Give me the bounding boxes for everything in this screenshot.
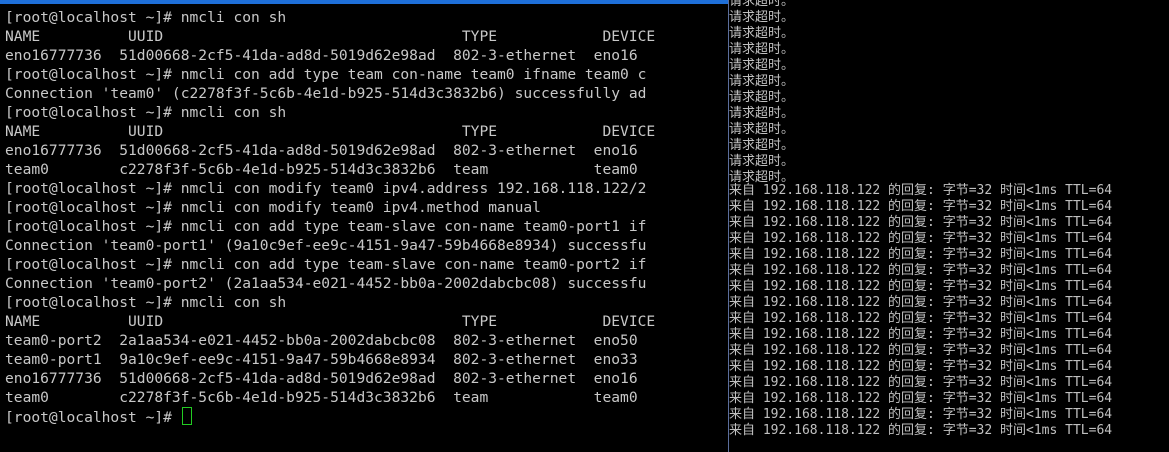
ping-reply-line: 来自 192.168.118.122 的回复: 字节=32 时间<1ms TTL… [729, 391, 1113, 406]
ping-reply-line: 来自 192.168.118.122 的回复: 字节=32 时间<1ms TTL… [729, 231, 1113, 246]
ping-reply-line: 来自 192.168.118.122 的回复: 字节=32 时间<1ms TTL… [729, 279, 1113, 294]
ping-reply-line: 来自 192.168.118.122 的回复: 字节=32 时间<1ms TTL… [729, 295, 1113, 310]
ping-timeout-line: 请求超时。 [729, 90, 795, 105]
terminal-line: [root@localhost ~]# nmcli con modify tea… [5, 199, 541, 216]
terminal-line: Connection 'team0-port1' (9a10c9ef-ee9c-… [5, 237, 647, 254]
ping-timeout-line: 请求超时。 [729, 106, 795, 121]
ping-timeout-line: 请求超时。 [729, 0, 795, 9]
ping-reply-line: 来自 192.168.118.122 的回复: 字节=32 时间<1ms TTL… [729, 327, 1113, 342]
ping-reply-line: 来自 192.168.118.122 的回复: 字节=32 时间<1ms TTL… [729, 359, 1113, 374]
terminal-line: NAME UUID TYPE DEVICE [5, 313, 656, 330]
terminal-line: team0 c2278f3f-5c6b-4e1d-b925-514d3c3832… [5, 161, 638, 178]
ping-reply-line: 来自 192.168.118.122 的回复: 字节=32 时间<1ms TTL… [729, 263, 1113, 278]
terminal-line: eno16777736 51d00668-2cf5-41da-ad8d-5019… [5, 47, 638, 64]
terminal-line: team0-port2 2a1aa534-e021-4452-bb0a-2002… [5, 332, 638, 349]
ping-reply-line: 来自 192.168.118.122 的回复: 字节=32 时间<1ms TTL… [729, 407, 1113, 422]
terminal-line: NAME UUID TYPE DEVICE [5, 28, 656, 45]
terminal-line: [root@localhost ~]# nmcli con modify tea… [5, 180, 647, 197]
terminal-line: [root@localhost ~]# nmcli con add type t… [5, 218, 647, 235]
text-cursor [181, 407, 192, 425]
ping-reply-line: 来自 192.168.118.122 的回复: 字节=32 时间<1ms TTL… [729, 343, 1113, 358]
terminal-line: NAME UUID TYPE DEVICE [5, 123, 656, 140]
terminal-line: eno16777736 51d00668-2cf5-41da-ad8d-5019… [5, 370, 638, 387]
terminal-line: team0-port1 9a10c9ef-ee9c-4151-9a47-59b4… [5, 351, 638, 368]
terminal-prompt-line[interactable]: [root@localhost ~]# [5, 407, 192, 426]
ping-reply-line: 来自 192.168.118.122 的回复: 字节=32 时间<1ms TTL… [729, 375, 1113, 390]
ping-timeout-line: 请求超时。 [729, 122, 795, 137]
ping-timeout-line: 请求超时。 [729, 10, 795, 25]
terminal-line: [root@localhost ~]# nmcli con add type t… [5, 66, 647, 83]
ping-reply-line: 来自 192.168.118.122 的回复: 字节=32 时间<1ms TTL… [729, 183, 1113, 198]
terminal-line: team0 c2278f3f-5c6b-4e1d-b925-514d3c3832… [5, 389, 638, 406]
ping-timeout-line: 请求超时。 [729, 138, 795, 153]
ping-timeout-line: 请求超时。 [729, 26, 795, 41]
terminal-window[interactable]: [root@localhost ~]# nmcli con sh NAME UU… [0, 4, 728, 452]
terminal-line: [root@localhost ~]# nmcli con sh [5, 294, 287, 311]
ping-timeout-line: 请求超时。 [729, 42, 795, 57]
ping-reply-line: 来自 192.168.118.122 的回复: 字节=32 时间<1ms TTL… [729, 215, 1113, 230]
ping-reply-line: 来自 192.168.118.122 的回复: 字节=32 时间<1ms TTL… [729, 423, 1113, 438]
terminal-line: [root@localhost ~]# nmcli con sh [5, 9, 287, 26]
ping-reply-line: 来自 192.168.118.122 的回复: 字节=32 时间<1ms TTL… [729, 199, 1113, 214]
ping-reply-line: 来自 192.168.118.122 的回复: 字节=32 时间<1ms TTL… [729, 247, 1113, 262]
terminal-line: Connection 'team0' (c2278f3f-5c6b-4e1d-b… [5, 85, 647, 102]
terminal-line: eno16777736 51d00668-2cf5-41da-ad8d-5019… [5, 142, 638, 159]
terminal-line: [root@localhost ~]# nmcli con sh [5, 104, 287, 121]
ping-timeout-line: 请求超时。 [729, 58, 795, 73]
terminal-line: [root@localhost ~]# nmcli con add type t… [5, 256, 647, 273]
terminal-line: Connection 'team0-port2' (2a1aa534-e021-… [5, 275, 647, 292]
terminal-prompt: [root@localhost ~]# [5, 409, 181, 426]
ping-console-window[interactable]: 请求超时。 请求超时。 请求超时。 请求超时。 请求超时。 请求超时。 请求超时… [729, 0, 1169, 452]
ping-reply-line: 来自 192.168.118.122 的回复: 字节=32 时间<1ms TTL… [729, 311, 1113, 326]
ping-timeout-line: 请求超时。 [729, 74, 795, 89]
ping-timeout-line: 请求超时。 [729, 154, 795, 169]
